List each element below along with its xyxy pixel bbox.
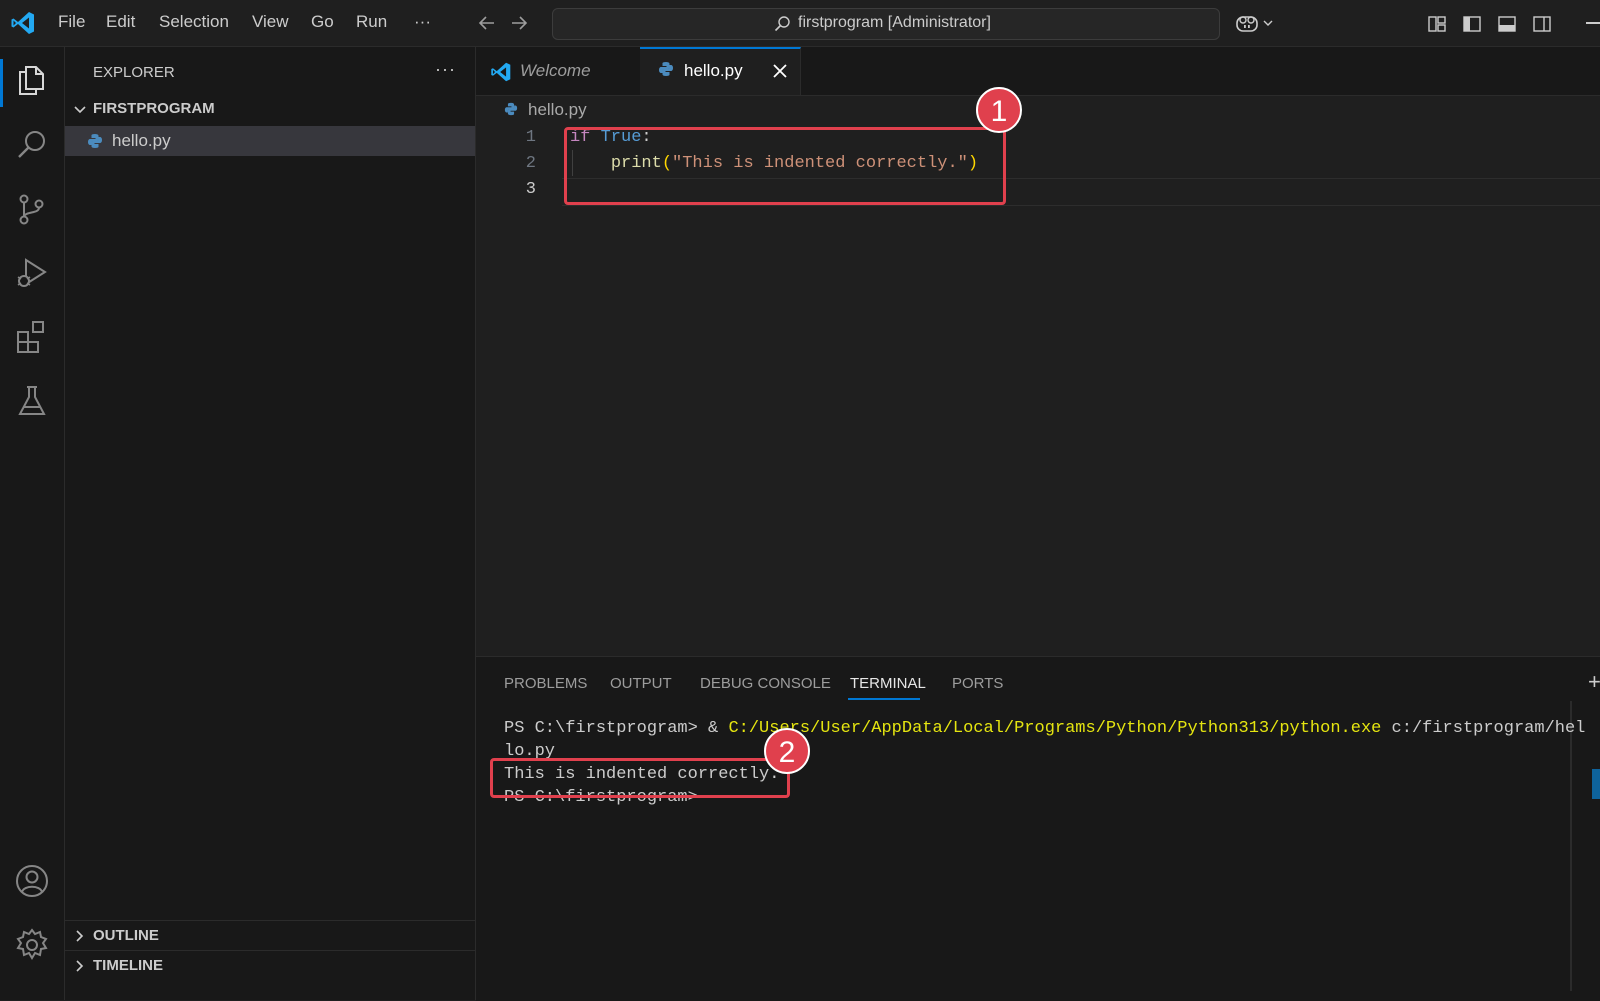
annotation-box-1 (564, 127, 1006, 205)
explorer-title: EXPLORER (93, 64, 175, 81)
terminal-script-arg: c:/firstprogram/hel (1381, 719, 1586, 738)
line-number: 1 (525, 128, 536, 147)
accounts-icon[interactable] (14, 863, 50, 899)
breadcrumb-file[interactable]: hello.py (528, 100, 587, 120)
source-control-icon[interactable] (14, 191, 50, 227)
timeline-section[interactable]: TIMELINE (65, 950, 475, 980)
terminal-line-1: PS C:\firstprogram> & C:/Users/User/AppD… (504, 717, 1586, 740)
chevron-right-icon (73, 929, 87, 943)
search-icon (773, 15, 791, 33)
explorer-more-actions[interactable]: ··· (435, 59, 456, 80)
line-number: 3 (525, 180, 536, 199)
folder-row[interactable]: FIRSTPROGRAM (65, 97, 475, 121)
explorer-sidebar: EXPLORER ··· FIRSTPROGRAM hello.py OUTLI… (65, 47, 476, 1000)
toggle-secondary-sidebar-icon[interactable] (1532, 14, 1552, 34)
tab-debug-console[interactable]: DEBUG CONSOLE (700, 675, 831, 692)
bottom-panel: PROBLEMS OUTPUT DEBUG CONSOLE TERMINAL P… (476, 656, 1600, 1001)
tab-output[interactable]: OUTPUT (610, 675, 672, 692)
run-debug-icon[interactable] (14, 255, 50, 291)
command-center-text: firstprogram [Administrator] (798, 14, 991, 31)
close-icon[interactable] (770, 61, 790, 81)
search-icon[interactable] (14, 127, 50, 163)
terminal-python-path: C:/Users/User/AppData/Local/Programs/Pyt… (728, 719, 1382, 738)
breadcrumb[interactable]: hello.py (476, 96, 1600, 122)
tab-ports[interactable]: PORTS (952, 675, 1003, 692)
menu-view[interactable]: View (252, 12, 289, 32)
copilot-icon[interactable] (1235, 12, 1277, 34)
explorer-files-icon[interactable] (14, 61, 50, 97)
testing-flask-icon[interactable] (14, 383, 50, 419)
menu-more[interactable]: ··· (414, 12, 431, 32)
menu-run[interactable]: Run (356, 12, 387, 32)
editor-tabs: Welcome hello.py (476, 47, 1600, 96)
tab-welcome[interactable]: Welcome (476, 47, 641, 95)
folder-name: FIRSTPROGRAM (93, 100, 215, 117)
active-view-indicator (0, 59, 3, 107)
annotation-badge-1: 1 (976, 87, 1022, 133)
annotation-badge-2: 2 (764, 728, 810, 774)
menu-go[interactable]: Go (311, 12, 334, 32)
menu-edit[interactable]: Edit (106, 12, 135, 32)
vscode-logo-icon (10, 10, 36, 36)
customize-layout-icon[interactable] (1427, 14, 1447, 34)
outline-label: OUTLINE (93, 927, 159, 944)
vscode-icon (490, 61, 512, 83)
python-icon (504, 102, 518, 116)
arrow-right-icon[interactable] (508, 12, 530, 34)
toggle-panel-icon[interactable] (1497, 14, 1517, 34)
menu-file[interactable]: File (58, 12, 85, 32)
chevron-down-icon (73, 103, 87, 117)
timeline-label: TIMELINE (93, 957, 163, 974)
active-tab-underline (848, 698, 920, 700)
terminal-prompt: PS C:\firstprogram> & (504, 719, 729, 738)
line-number: 2 (525, 154, 536, 173)
chevron-right-icon (73, 959, 87, 973)
file-item-hello-py[interactable]: hello.py (65, 126, 475, 156)
minimize-icon[interactable] (1586, 22, 1600, 24)
extensions-icon[interactable] (14, 319, 50, 355)
new-terminal-plus-icon[interactable]: + (1588, 669, 1600, 695)
tab-hello-label: hello.py (684, 61, 743, 80)
activity-bar (0, 47, 65, 1000)
menu-selection[interactable]: Selection (159, 12, 229, 32)
terminal-scrollbar-thumb[interactable] (1592, 769, 1600, 799)
tab-hello-py[interactable]: hello.py (640, 47, 801, 95)
python-icon (658, 61, 674, 77)
file-name: hello.py (112, 131, 171, 150)
tab-problems[interactable]: PROBLEMS (504, 675, 587, 692)
command-center-search[interactable]: firstprogram [Administrator] (552, 8, 1220, 40)
arrow-left-icon[interactable] (476, 12, 498, 34)
python-icon (87, 133, 103, 149)
outline-section[interactable]: OUTLINE (65, 920, 475, 950)
title-bar: File Edit Selection View Go Run ··· firs… (0, 0, 1600, 47)
annotation-box-2 (490, 758, 790, 798)
tab-terminal[interactable]: TERMINAL (850, 675, 926, 692)
toggle-primary-sidebar-icon[interactable] (1462, 14, 1482, 34)
settings-gear-icon[interactable] (14, 927, 50, 963)
tab-welcome-label: Welcome (520, 61, 591, 80)
